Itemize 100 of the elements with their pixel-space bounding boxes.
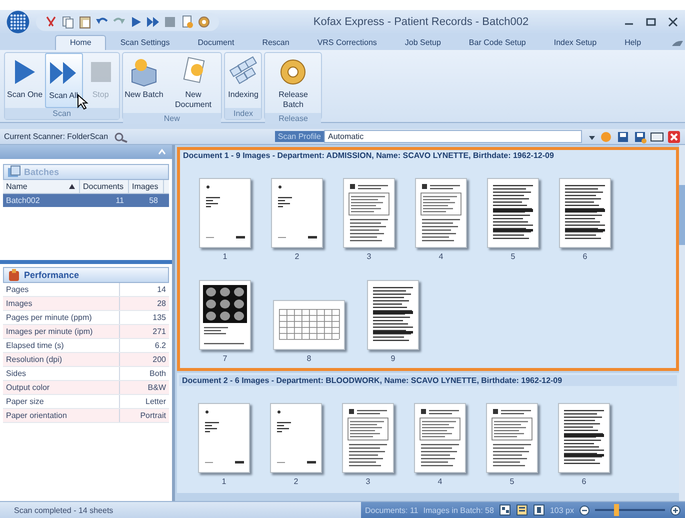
page-number: 7 xyxy=(222,354,228,363)
window-icon[interactable] xyxy=(650,130,664,144)
ribbon-button[interactable]: Release Batch xyxy=(265,53,322,113)
ribbon-tab[interactable]: VRS Corrections xyxy=(303,36,391,50)
page-number: 5 xyxy=(510,477,514,486)
ribbon-tab[interactable]: Help xyxy=(610,36,656,50)
close-icon[interactable] xyxy=(667,16,679,28)
profile-dropdown[interactable]: Automatic xyxy=(324,130,582,143)
document-group[interactable]: Document 1 - 9 Images - Department: ADMISSION, Name: SCAVO LYNETTE, Birthdate: 1962-12-09 1 2 3 4 5 6 7 8 9 xyxy=(177,147,679,371)
sort-ascending-icon[interactable] xyxy=(68,182,76,190)
table-row[interactable]: Batch002 11 58 xyxy=(3,194,169,207)
zoom-in-icon[interactable] xyxy=(670,504,681,516)
ribbon-tab[interactable]: Document xyxy=(184,36,248,50)
cut-icon[interactable] xyxy=(44,15,58,29)
column-header[interactable]: Name xyxy=(3,180,80,193)
page-thumbnail[interactable] xyxy=(415,178,467,248)
page-thumbnail[interactable] xyxy=(198,403,250,473)
profile-label: Scan Profile xyxy=(274,131,324,142)
page-number: 9 xyxy=(390,354,396,363)
ribbon-button[interactable]: Scan One xyxy=(5,53,45,108)
page-number: 2 xyxy=(294,477,298,486)
page-number: 3 xyxy=(366,477,370,486)
panel-title: Batches xyxy=(24,167,60,177)
scanner-label: Current Scanner: FolderScan xyxy=(4,132,108,141)
group-label: Release xyxy=(265,113,322,124)
ribbon-button[interactable]: New Document xyxy=(165,53,222,113)
status-message: Scan completed - 14 sheets xyxy=(13,506,114,514)
page-number: 8 xyxy=(306,354,312,363)
page-thumbnail[interactable] xyxy=(199,178,251,248)
ribbon-button[interactable]: Indexing xyxy=(225,53,262,108)
column-header[interactable]: Documents xyxy=(80,180,129,193)
property-value: 6.2 xyxy=(154,340,167,352)
paste-icon[interactable] xyxy=(78,15,92,29)
ribbon-button[interactable]: Scan All xyxy=(44,53,83,108)
maximize-icon[interactable] xyxy=(645,16,657,28)
page-thumbnail[interactable] xyxy=(367,280,419,350)
page-number: 6 xyxy=(582,252,588,261)
thumbnail-view-icon[interactable] xyxy=(498,504,511,516)
page-thumbnail[interactable] xyxy=(558,403,610,473)
page-thumbnail[interactable] xyxy=(487,178,539,248)
property-value: Portrait xyxy=(139,410,167,422)
group-label: Scan xyxy=(5,108,119,119)
ribbon-tab[interactable]: Bar Code Setup xyxy=(454,36,540,50)
page-number: 1 xyxy=(222,477,226,486)
zoom-value: 103 px xyxy=(550,506,574,514)
fast-forward-icon[interactable] xyxy=(146,15,160,29)
document-group[interactable]: Document 2 - 6 Images - Department: BLOODWORK, Name: SCAVO LYNETTE, Birthdate: 1962-12-09 1 2 3 4 5 6 xyxy=(177,373,679,493)
ribbon-button[interactable]: New Batch xyxy=(122,53,166,113)
ribbon-tab[interactable]: Rescan xyxy=(248,36,304,50)
page-thumbnail[interactable] xyxy=(343,178,395,248)
status-text: Images in Batch: 58 xyxy=(423,506,494,514)
property-value: 271 xyxy=(152,326,167,338)
table-cell-text: 58 xyxy=(148,195,159,207)
group-label: Index xyxy=(225,108,262,119)
copy-icon[interactable] xyxy=(61,15,75,29)
app-logo[interactable] xyxy=(6,10,30,34)
document-icon[interactable] xyxy=(180,15,194,29)
page-thumbnail[interactable] xyxy=(342,403,394,473)
delete-icon[interactable] xyxy=(667,130,681,144)
property-label: Pages per minute (ppm) xyxy=(3,311,120,324)
save-icon[interactable] xyxy=(616,130,630,144)
scanner-settings-icon[interactable] xyxy=(114,130,128,142)
page-thumbnail[interactable] xyxy=(271,178,323,248)
status-text: Documents: 11 xyxy=(365,506,418,514)
property-label: Pages xyxy=(3,283,120,296)
property-label: Output color xyxy=(3,381,120,394)
property-label: Resolution (dpi) xyxy=(3,353,120,366)
ribbon-tab[interactable]: Scan Settings xyxy=(106,36,184,50)
page-thumbnail[interactable] xyxy=(199,280,251,350)
ribbon-tab[interactable]: Job Setup xyxy=(390,36,455,50)
table-cell-text: Batch002 xyxy=(5,195,41,207)
panel-title: Performance xyxy=(24,270,80,280)
group-label: New xyxy=(122,113,222,124)
page-number: 1 xyxy=(222,252,228,261)
property-value: Both xyxy=(148,368,167,380)
play-icon[interactable] xyxy=(129,15,143,29)
zoom-out-icon[interactable] xyxy=(579,504,590,516)
property-label: Paper orientation xyxy=(3,409,120,422)
page-thumbnail[interactable] xyxy=(414,403,466,473)
ribbon-tab[interactable]: Index Setup xyxy=(540,36,611,50)
page-thumbnail[interactable] xyxy=(559,178,611,248)
page-thumbnail[interactable] xyxy=(270,403,322,473)
page-thumbnail[interactable] xyxy=(273,300,345,350)
page-view-icon[interactable] xyxy=(532,504,545,516)
property-value: 135 xyxy=(152,312,167,324)
column-header[interactable]: Images xyxy=(129,180,164,193)
ribbon-tab[interactable]: Home xyxy=(55,35,106,50)
property-label: Images per minute (ipm) xyxy=(3,325,120,338)
property-label: Sides xyxy=(3,367,120,380)
property-label: Elapsed time (s) xyxy=(3,339,120,352)
stack-icon xyxy=(7,165,21,179)
document-header: Document 2 - 6 Images - Department: BLOODWORK, Name: SCAVO LYNETTE, Birthdate: 1962-12-09 xyxy=(179,375,677,386)
save-as-icon[interactable] xyxy=(633,130,647,144)
property-label: Paper size xyxy=(3,395,120,408)
list-view-icon[interactable] xyxy=(516,504,528,516)
page-number: 4 xyxy=(438,252,444,261)
page-thumbnail[interactable] xyxy=(486,403,538,473)
property-value: Letter xyxy=(144,396,167,408)
property-value: 28 xyxy=(156,298,167,310)
page-number: 2 xyxy=(294,252,300,261)
